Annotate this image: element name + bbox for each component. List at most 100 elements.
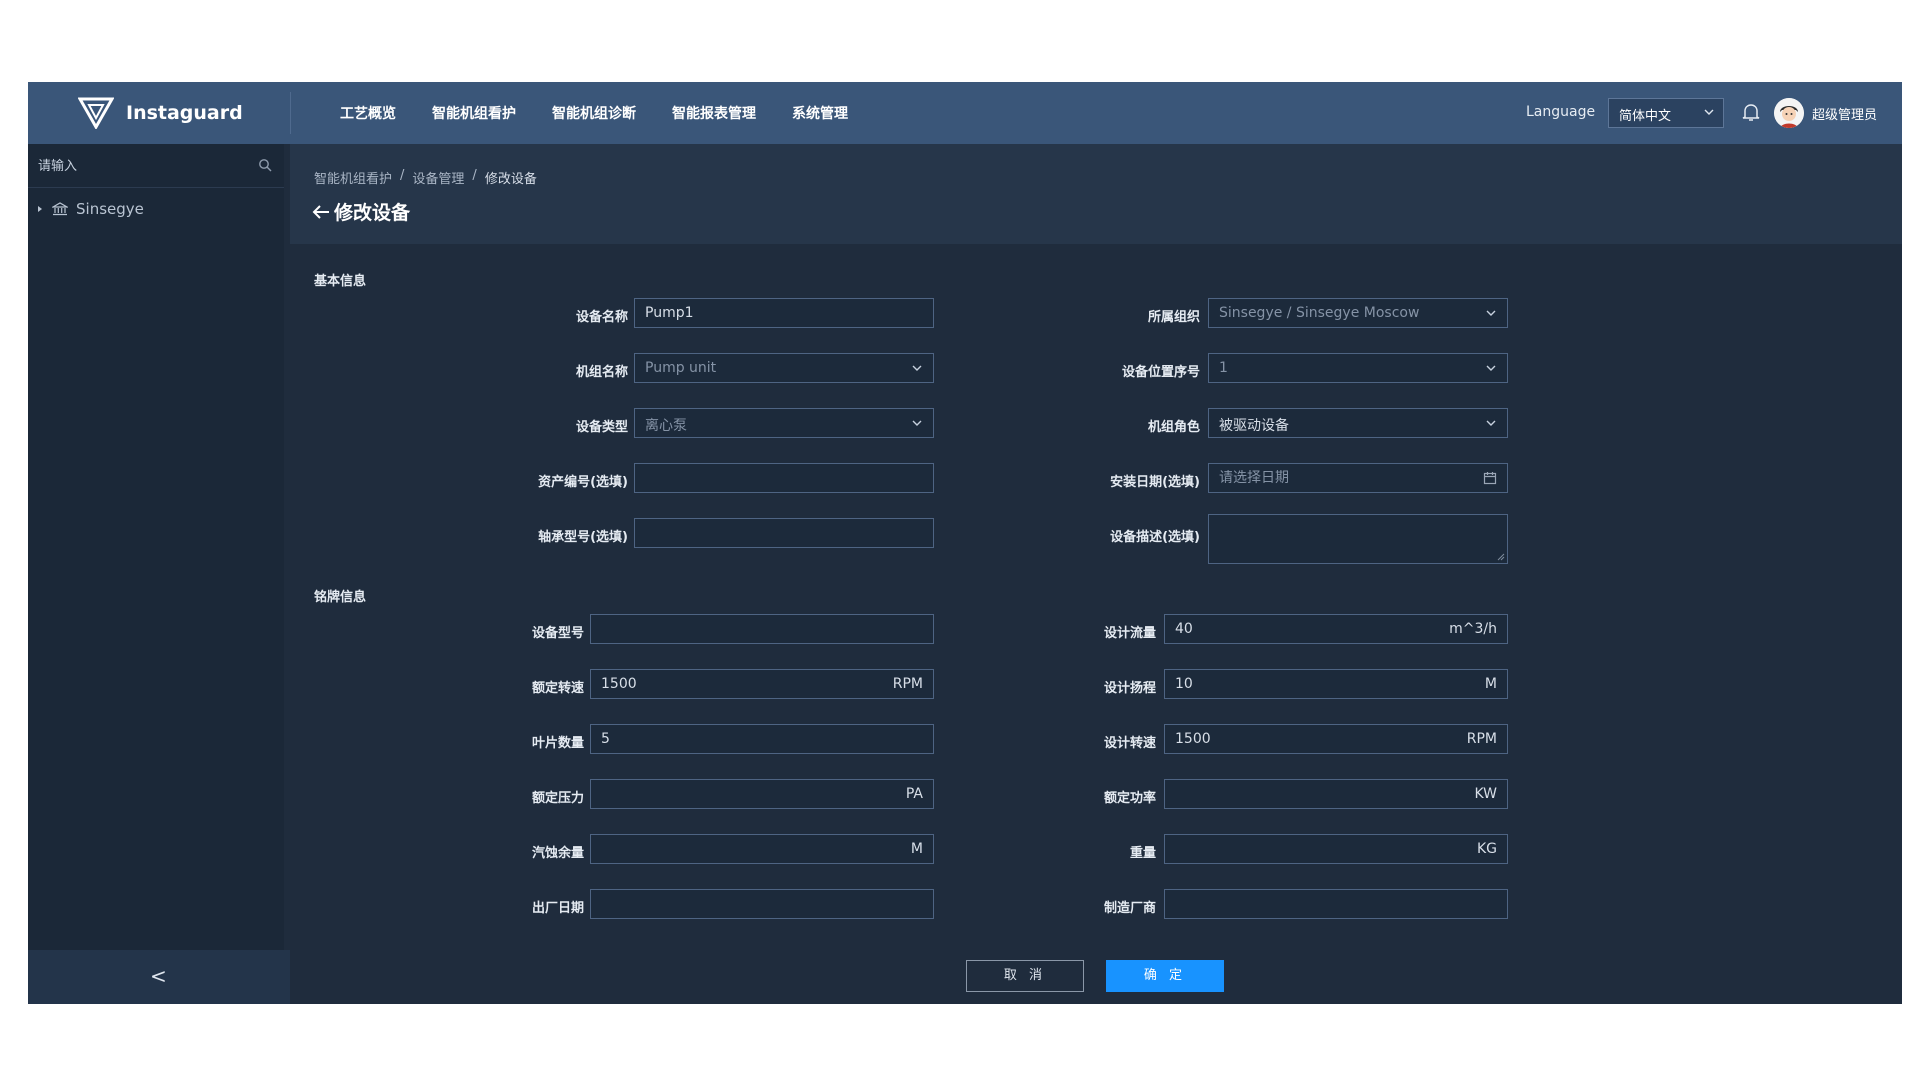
avatar-icon	[1774, 98, 1804, 128]
breadcrumb-current: 修改设备	[484, 172, 537, 187]
blades-value: 5	[601, 731, 610, 747]
type-label: 设备类型	[575, 420, 628, 435]
rated-speed-field[interactable]: 1500 RPM	[590, 669, 934, 699]
language-value: 简体中文	[1619, 109, 1672, 124]
menu-item-reports[interactable]: 智能报表管理	[672, 103, 756, 123]
device-name-field[interactable]: Pump1	[634, 298, 934, 328]
head-label: 设计扬程	[1103, 681, 1156, 696]
unit-name-value: Pump unit	[645, 360, 717, 376]
npsh-field[interactable]: M	[590, 834, 934, 864]
menu-item-unit-diagnosis[interactable]: 智能机组诊断	[552, 103, 636, 123]
design-speed-field[interactable]: 1500 RPM	[1164, 724, 1508, 754]
power-field[interactable]: KW	[1164, 779, 1508, 809]
instaguard-logo-icon	[78, 97, 114, 129]
menu-item-process-overview[interactable]: 工艺概览	[340, 103, 396, 123]
back-arrow-icon[interactable]	[312, 204, 330, 220]
chevron-down-icon	[1486, 310, 1496, 316]
power-label: 额定功率	[1103, 791, 1156, 806]
flow-field[interactable]: 40 m^3/h	[1164, 614, 1508, 644]
bearing-field[interactable]	[634, 518, 934, 548]
flow-label: 设计流量	[1103, 626, 1156, 641]
design-speed-value: 1500	[1175, 731, 1211, 747]
org-select[interactable]: Sinsegye / Sinsegye Moscow	[1208, 298, 1508, 328]
device-name-label: 设备名称	[575, 310, 628, 325]
flow-unit: m^3/h	[1449, 621, 1497, 637]
desc-textarea[interactable]	[1208, 514, 1508, 564]
page-header: 智能机组看护 / 设备管理 / 修改设备 修改设备	[290, 144, 1902, 244]
pressure-label: 额定压力	[531, 791, 584, 806]
type-select[interactable]: 离心泵	[634, 408, 934, 438]
install-date-picker[interactable]	[1208, 463, 1508, 493]
design-speed-unit: RPM	[1466, 731, 1497, 747]
sidebar-collapse-button[interactable]: <	[28, 950, 290, 1004]
rated-speed-unit: RPM	[892, 676, 923, 692]
breadcrumb: 智能机组看护 / 设备管理 / 修改设备	[314, 168, 537, 187]
menu-item-system[interactable]: 系统管理	[792, 103, 848, 123]
org-label: 所属组织	[1147, 310, 1200, 325]
asset-field[interactable]	[634, 463, 934, 493]
factory-date-field[interactable]	[590, 889, 934, 919]
language-select[interactable]: 简体中文	[1608, 98, 1724, 128]
chevron-down-icon	[912, 420, 922, 426]
asset-label: 资产编号(选填)	[538, 475, 628, 490]
avatar[interactable]	[1774, 98, 1804, 128]
menu-item-unit-care[interactable]: 智能机组看护	[432, 103, 516, 123]
position-label: 设备位置序号	[1121, 365, 1200, 380]
factory-date-label: 出厂日期	[531, 901, 584, 916]
unit-name-label: 机组名称	[575, 365, 628, 380]
blades-label: 叶片数量	[531, 736, 584, 751]
section-title-nameplate: 铭牌信息	[314, 590, 367, 605]
role-label: 机组角色	[1147, 420, 1200, 435]
confirm-button[interactable]: 确 定	[1106, 960, 1224, 992]
sidebar-search	[28, 144, 284, 188]
model-label: 设备型号	[531, 626, 584, 641]
bell-icon[interactable]	[1742, 102, 1760, 122]
weight-field[interactable]: KG	[1164, 834, 1508, 864]
role-value: 被驱动设备	[1219, 418, 1289, 434]
maker-field[interactable]	[1164, 889, 1508, 919]
bearing-label: 轴承型号(选填)	[538, 530, 628, 545]
logo[interactable]: Instaguard	[78, 96, 243, 130]
org-value: Sinsegye / Sinsegye Moscow	[1219, 305, 1420, 321]
chevron-down-icon	[1486, 365, 1496, 371]
type-value: 离心泵	[645, 418, 687, 434]
page-title: 修改设备	[312, 198, 410, 225]
collapse-chevron-icon: <	[150, 964, 167, 988]
breadcrumb-separator: /	[400, 168, 405, 183]
resize-handle-icon[interactable]	[1497, 553, 1505, 561]
position-value: 1	[1219, 360, 1228, 376]
breadcrumb-separator: /	[472, 168, 477, 183]
top-navbar: Instaguard 工艺概览 智能机组看护 智能机组诊断 智能报表管理 系统管…	[28, 82, 1902, 144]
username[interactable]: 超级管理员	[1812, 104, 1877, 123]
position-select[interactable]: 1	[1208, 353, 1508, 383]
chevron-down-icon	[1486, 420, 1496, 426]
caret-right-icon[interactable]	[36, 205, 44, 213]
tree-node-label: Sinsegye	[76, 200, 144, 218]
npsh-label: 汽蚀余量	[531, 846, 584, 861]
pressure-unit: PA	[905, 786, 923, 802]
breadcrumb-item[interactable]: 设备管理	[412, 168, 464, 187]
cancel-button[interactable]: 取 消	[966, 960, 1084, 992]
search-icon[interactable]	[258, 158, 272, 172]
section-title-basic: 基本信息	[314, 274, 367, 289]
design-speed-label: 设计转速	[1103, 736, 1156, 751]
blades-field[interactable]: 5	[590, 724, 934, 754]
desc-label: 设备描述(选填)	[1110, 530, 1200, 545]
head-value: 10	[1175, 676, 1193, 692]
device-name-value: Pump1	[645, 305, 694, 321]
search-input[interactable]	[28, 144, 248, 188]
model-field[interactable]	[590, 614, 934, 644]
pressure-field[interactable]: PA	[590, 779, 934, 809]
flow-value: 40	[1175, 621, 1193, 637]
install-date-input[interactable]	[1219, 470, 1497, 486]
maker-label: 制造厂商	[1103, 901, 1156, 916]
unit-name-select[interactable]: Pump unit	[634, 353, 934, 383]
power-unit: KW	[1474, 786, 1497, 802]
install-date-label: 安装日期(选填)	[1110, 475, 1200, 490]
head-field[interactable]: 10 M	[1164, 669, 1508, 699]
brand-name: Instaguard	[126, 102, 243, 124]
tree-node-root[interactable]: Sinsegye	[36, 198, 144, 220]
role-select[interactable]: 被驱动设备	[1208, 408, 1508, 438]
breadcrumb-item[interactable]: 智能机组看护	[314, 168, 392, 187]
language-label: Language	[1526, 104, 1596, 120]
